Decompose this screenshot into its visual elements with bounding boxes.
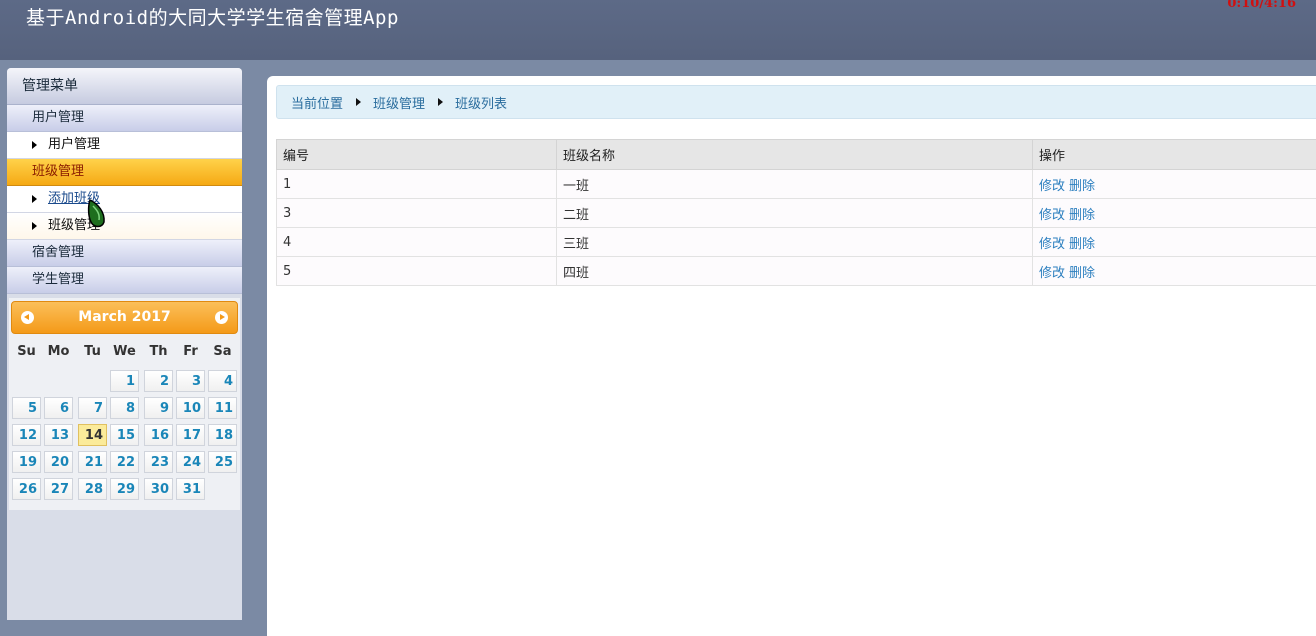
sidebar-item-add-class[interactable]: 添加班级 [7,186,242,213]
calendar-day[interactable]: 17 [176,424,205,446]
calendar-day-today[interactable]: 14 [78,424,107,446]
calendar-day[interactable]: 12 [12,424,41,446]
group-class-management[interactable]: 班级管理 [7,159,242,186]
cell-actions: 修改删除 [1033,257,1316,286]
calendar-day[interactable]: 29 [110,478,139,500]
breadcrumb-class-management[interactable]: 班级管理 [373,93,425,112]
cell-id: 3 [277,199,557,228]
column-header-id: 编号 [277,140,557,170]
column-header-class-name: 班级名称 [557,140,1033,170]
cell-class-name: 三班 [557,228,1033,257]
calendar-day[interactable]: 30 [144,478,173,500]
sidebar: 管理菜单 用户管理 用户管理 班级管理 添加班级 班级管理 宿舍管理 学生管理 … [7,68,242,620]
cell-id: 5 [277,257,557,286]
delete-link[interactable]: 删除 [1069,266,1095,281]
edit-link[interactable]: 修改 [1039,237,1065,252]
sidebar-item-label: 用户管理 [48,132,100,158]
table-row: 3 二班 修改删除 [277,199,1316,228]
calendar-day[interactable]: 6 [44,397,73,419]
calendar: March 2017 SuMoTuWeThFrSa123456789101112… [9,298,240,510]
calendar-day[interactable]: 26 [12,478,41,500]
cell-id: 4 [277,228,557,257]
weekday-label: Th [143,344,174,359]
calendar-day[interactable]: 5 [12,397,41,419]
calendar-day[interactable]: 18 [208,424,237,446]
calendar-day[interactable]: 27 [44,478,73,500]
calendar-day[interactable]: 3 [176,370,205,392]
cell-class-name: 四班 [557,257,1033,286]
calendar-day[interactable]: 7 [78,397,107,419]
group-user-management[interactable]: 用户管理 [7,105,242,132]
triangle-right-icon [356,98,361,106]
cell-class-name: 二班 [557,199,1033,228]
weekday-label: Su [11,344,42,359]
calendar-day[interactable]: 4 [208,370,237,392]
triangle-right-icon [32,141,37,149]
cursor-icon [86,198,108,230]
table-row: 5 四班 修改删除 [277,257,1316,286]
calendar-day[interactable]: 15 [110,424,139,446]
breadcrumb-class-list[interactable]: 班级列表 [455,93,507,112]
triangle-right-icon [32,222,37,230]
sidebar-item-user-management[interactable]: 用户管理 [7,132,242,159]
class-table: 编号 班级名称 操作 1 一班 修改删除 3 二班 修改删除 4 [276,139,1316,286]
calendar-day[interactable]: 25 [208,451,237,473]
calendar-day[interactable]: 16 [144,424,173,446]
edit-link[interactable]: 修改 [1039,266,1065,281]
table-row: 4 三班 修改删除 [277,228,1316,257]
calendar-day[interactable]: 31 [176,478,205,500]
calendar-day[interactable]: 10 [176,397,205,419]
calendar-day[interactable]: 21 [78,451,107,473]
delete-link[interactable]: 删除 [1069,208,1095,223]
menu-title: 管理菜单 [7,68,242,105]
prev-month-icon[interactable] [21,311,34,324]
top-header: 基于Android的大同大学学生宿舍管理App 0:10/4:16 [0,0,1316,60]
calendar-day[interactable]: 23 [144,451,173,473]
triangle-right-icon [438,98,443,106]
cell-actions: 修改删除 [1033,228,1316,257]
group-dorm-management[interactable]: 宿舍管理 [7,240,242,267]
calendar-day[interactable]: 22 [110,451,139,473]
cell-class-name: 一班 [557,170,1033,199]
weekday-label: We [109,344,140,359]
weekday-label: Mo [43,344,74,359]
group-student-management[interactable]: 学生管理 [7,267,242,294]
breadcrumb-current-location: 当前位置 [291,93,343,112]
column-header-actions: 操作 [1033,140,1316,170]
calendar-day[interactable]: 19 [12,451,41,473]
weekday-label: Sa [207,344,238,359]
calendar-day[interactable]: 24 [176,451,205,473]
edit-link[interactable]: 修改 [1039,179,1065,194]
cell-actions: 修改删除 [1033,199,1316,228]
calendar-day[interactable]: 1 [110,370,139,392]
recording-timer: 0:10/4:16 [1227,0,1296,11]
cell-actions: 修改删除 [1033,170,1316,199]
app-title: 基于Android的大同大学学生宿舍管理App [26,3,399,30]
weekday-label: Fr [175,344,206,359]
calendar-day[interactable]: 20 [44,451,73,473]
edit-link[interactable]: 修改 [1039,208,1065,223]
calendar-day[interactable]: 2 [144,370,173,392]
calendar-day[interactable]: 8 [110,397,139,419]
cell-id: 1 [277,170,557,199]
main-panel: 当前位置 班级管理 班级列表 编号 班级名称 操作 1 一班 修改删除 3 [267,76,1316,636]
delete-link[interactable]: 删除 [1069,237,1095,252]
sidebar-item-class-management[interactable]: 班级管理 [7,213,242,240]
next-month-icon[interactable] [215,311,228,324]
breadcrumb: 当前位置 班级管理 班级列表 [276,85,1316,119]
calendar-day[interactable]: 11 [208,397,237,419]
calendar-day[interactable]: 9 [144,397,173,419]
calendar-day[interactable]: 28 [78,478,107,500]
triangle-right-icon [32,195,37,203]
calendar-header: March 2017 [11,301,238,334]
delete-link[interactable]: 删除 [1069,179,1095,194]
table-header-row: 编号 班级名称 操作 [277,140,1316,170]
calendar-day[interactable]: 13 [44,424,73,446]
calendar-month-title: March 2017 [78,309,170,325]
table-row: 1 一班 修改删除 [277,170,1316,199]
weekday-label: Tu [77,344,108,359]
